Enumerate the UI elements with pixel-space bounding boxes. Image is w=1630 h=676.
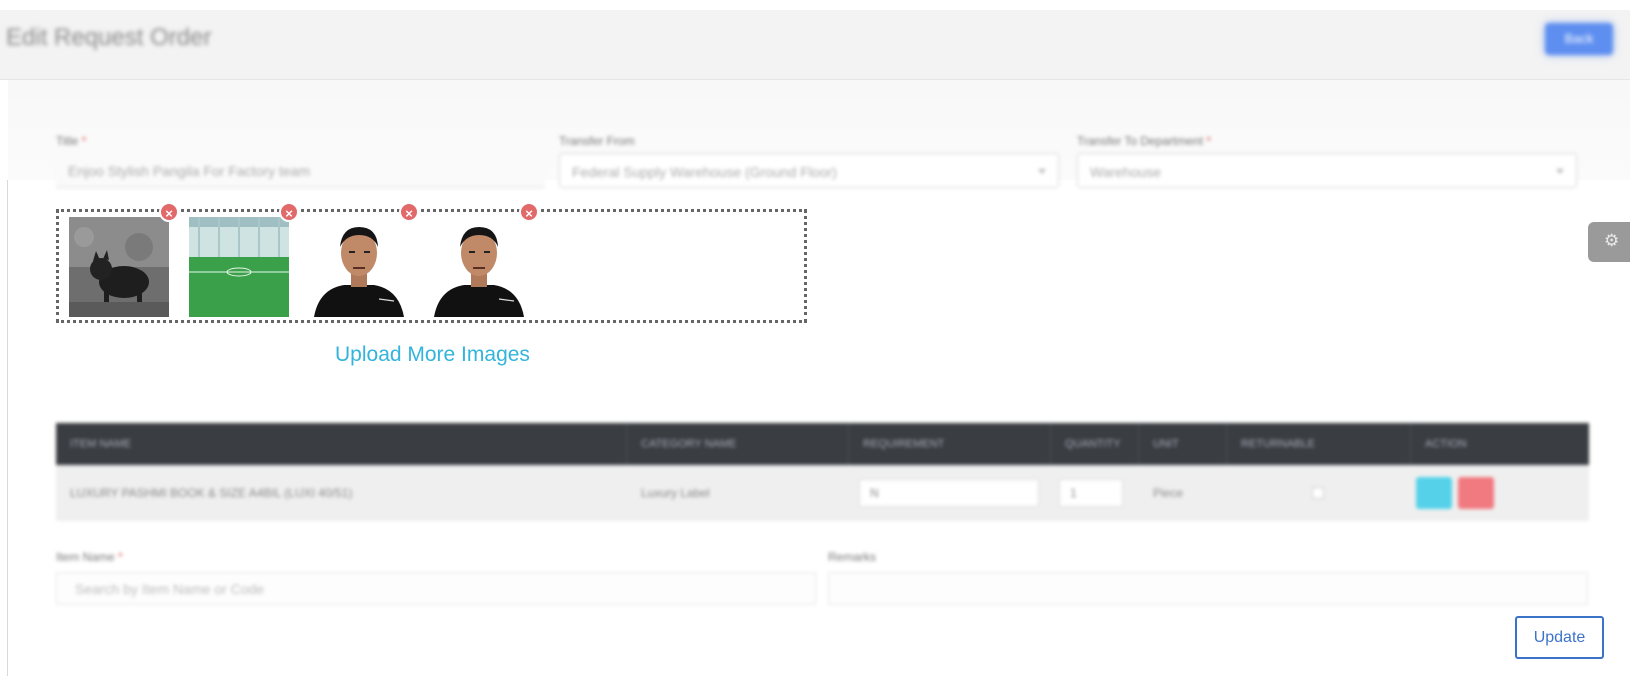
image-thumbnail-person[interactable]	[429, 217, 529, 317]
column-header-action: ACTION	[1425, 438, 1467, 450]
cell-category: Luxury Label	[641, 486, 710, 500]
image-thumbnail-field[interactable]	[189, 217, 289, 317]
requirement-value: N	[870, 486, 879, 500]
transfer-to-label: Transfer To Department *	[1077, 134, 1212, 148]
table-row: LUXURY PASHMI BOOK & SIZE A4BIL (LUXI 40…	[56, 465, 1589, 521]
column-header-quantity: QUANTITY	[1051, 423, 1139, 465]
quantity-input[interactable]: 1	[1059, 479, 1123, 507]
edit-row-button[interactable]	[1416, 477, 1452, 509]
title-input[interactable]: Enjoo Stylish Pangila For Factory team	[56, 153, 545, 188]
page: Edit Request Order Back Title * Enjoo St…	[0, 0, 1630, 676]
image-thumbnail-cat[interactable]	[69, 217, 169, 317]
remove-image-button[interactable]: ×	[279, 202, 299, 222]
image-dropzone[interactable]: × × × ×	[56, 202, 807, 323]
transfer-from-value: Federal Supply Warehouse (Ground Floor)	[572, 164, 837, 180]
person-photo	[309, 217, 409, 317]
items-table: ITEM NAME CATEGORY NAME REQUIREMENT QUAN…	[56, 423, 1589, 525]
page-title: Edit Request Order	[6, 24, 212, 51]
delete-row-button[interactable]	[1458, 477, 1494, 509]
column-header-requirement: REQUIREMENT	[849, 423, 1051, 465]
football-field-photo	[189, 217, 289, 317]
column-header-unit: UNIT	[1139, 423, 1227, 465]
transfer-from-label: Transfer From	[559, 134, 635, 148]
page-header: Edit Request Order Back	[0, 10, 1630, 80]
settings-tab[interactable]: ⚙	[1588, 222, 1630, 262]
item-name-placeholder: Search by Item Name or Code	[75, 581, 265, 597]
item-name-label: Item Name *	[56, 550, 123, 564]
content-divider	[7, 180, 8, 676]
cat-photo	[69, 217, 169, 317]
column-header-category: CATEGORY NAME	[627, 423, 849, 465]
transfer-from-select[interactable]: Federal Supply Warehouse (Ground Floor)	[559, 153, 1059, 188]
upload-more-images-link[interactable]: Upload More Images	[335, 343, 530, 367]
gear-icon: ⚙	[1604, 231, 1620, 250]
update-button[interactable]: Update	[1515, 616, 1604, 659]
image-thumbnail-person[interactable]	[309, 217, 409, 317]
chevron-down-icon	[1038, 169, 1046, 174]
column-header-item-name: ITEM NAME	[56, 423, 627, 465]
remove-image-button[interactable]: ×	[399, 202, 419, 222]
title-input-value: Enjoo Stylish Pangila For Factory team	[68, 163, 310, 179]
remarks-input[interactable]	[828, 572, 1588, 605]
remove-image-button[interactable]: ×	[159, 202, 179, 222]
remove-image-button[interactable]: ×	[519, 202, 539, 222]
quantity-value: 1	[1070, 486, 1077, 500]
person-photo	[429, 217, 529, 317]
column-header-returnable: RETURNABLE	[1227, 423, 1411, 465]
item-name-search-input[interactable]: Search by Item Name or Code	[56, 572, 816, 605]
remarks-label: Remarks	[828, 550, 877, 564]
transfer-to-value: Warehouse	[1090, 164, 1162, 180]
transfer-to-select[interactable]: Warehouse	[1077, 153, 1577, 188]
table-header: ITEM NAME CATEGORY NAME REQUIREMENT QUAN…	[56, 423, 1589, 465]
cell-item-name: LUXURY PASHMI BOOK & SIZE A4BIL (LUXI 40…	[70, 486, 353, 500]
back-button[interactable]: Back	[1545, 23, 1613, 55]
chevron-down-icon	[1556, 169, 1564, 174]
returnable-checkbox[interactable]	[1312, 487, 1324, 499]
requirement-select[interactable]: N	[859, 479, 1039, 507]
title-label: Title *	[56, 134, 87, 148]
cell-unit: Piece	[1153, 486, 1184, 500]
